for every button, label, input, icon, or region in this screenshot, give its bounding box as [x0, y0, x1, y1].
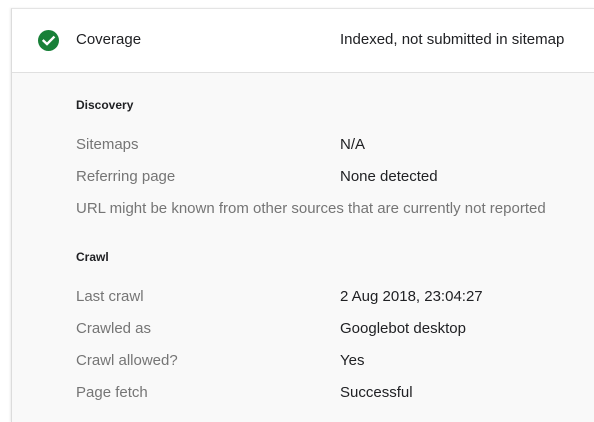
page-fetch-label: Page fetch — [76, 384, 148, 401]
crawl-allowed-value: Yes — [340, 352, 365, 369]
crawl-section-title: Crawl — [76, 250, 109, 264]
last-crawl-label: Last crawl — [76, 288, 144, 305]
page-fetch-value: Successful — [340, 384, 413, 401]
last-crawl-value: 2 Aug 2018, 23:04:27 — [340, 288, 483, 305]
coverage-header[interactable]: Coverage Indexed, not submitted in sitem… — [12, 9, 594, 73]
crawled-as-label: Crawled as — [76, 320, 152, 337]
sitemaps-value: N/A — [340, 136, 366, 153]
check-circle-icon — [38, 30, 59, 51]
crawl-allowed-label: Crawl allowed? — [76, 352, 178, 369]
discovery-section-title: Discovery — [76, 98, 134, 112]
sitemaps-label: Sitemaps — [76, 136, 139, 153]
referring-page-value: None detected — [340, 168, 438, 185]
coverage-status: Indexed, not submitted in sitemap — [340, 31, 565, 48]
coverage-label: Coverage — [76, 31, 142, 48]
coverage-details-card: Coverage Indexed, not submitted in sitem… — [11, 8, 594, 422]
referring-page-label: Referring page — [76, 168, 176, 185]
page-frame: Coverage Indexed, not submitted in sitem… — [0, 0, 594, 422]
crawled-as-value: Googlebot desktop — [340, 320, 466, 337]
discovery-note: URL might be known from other sources th… — [76, 200, 546, 217]
